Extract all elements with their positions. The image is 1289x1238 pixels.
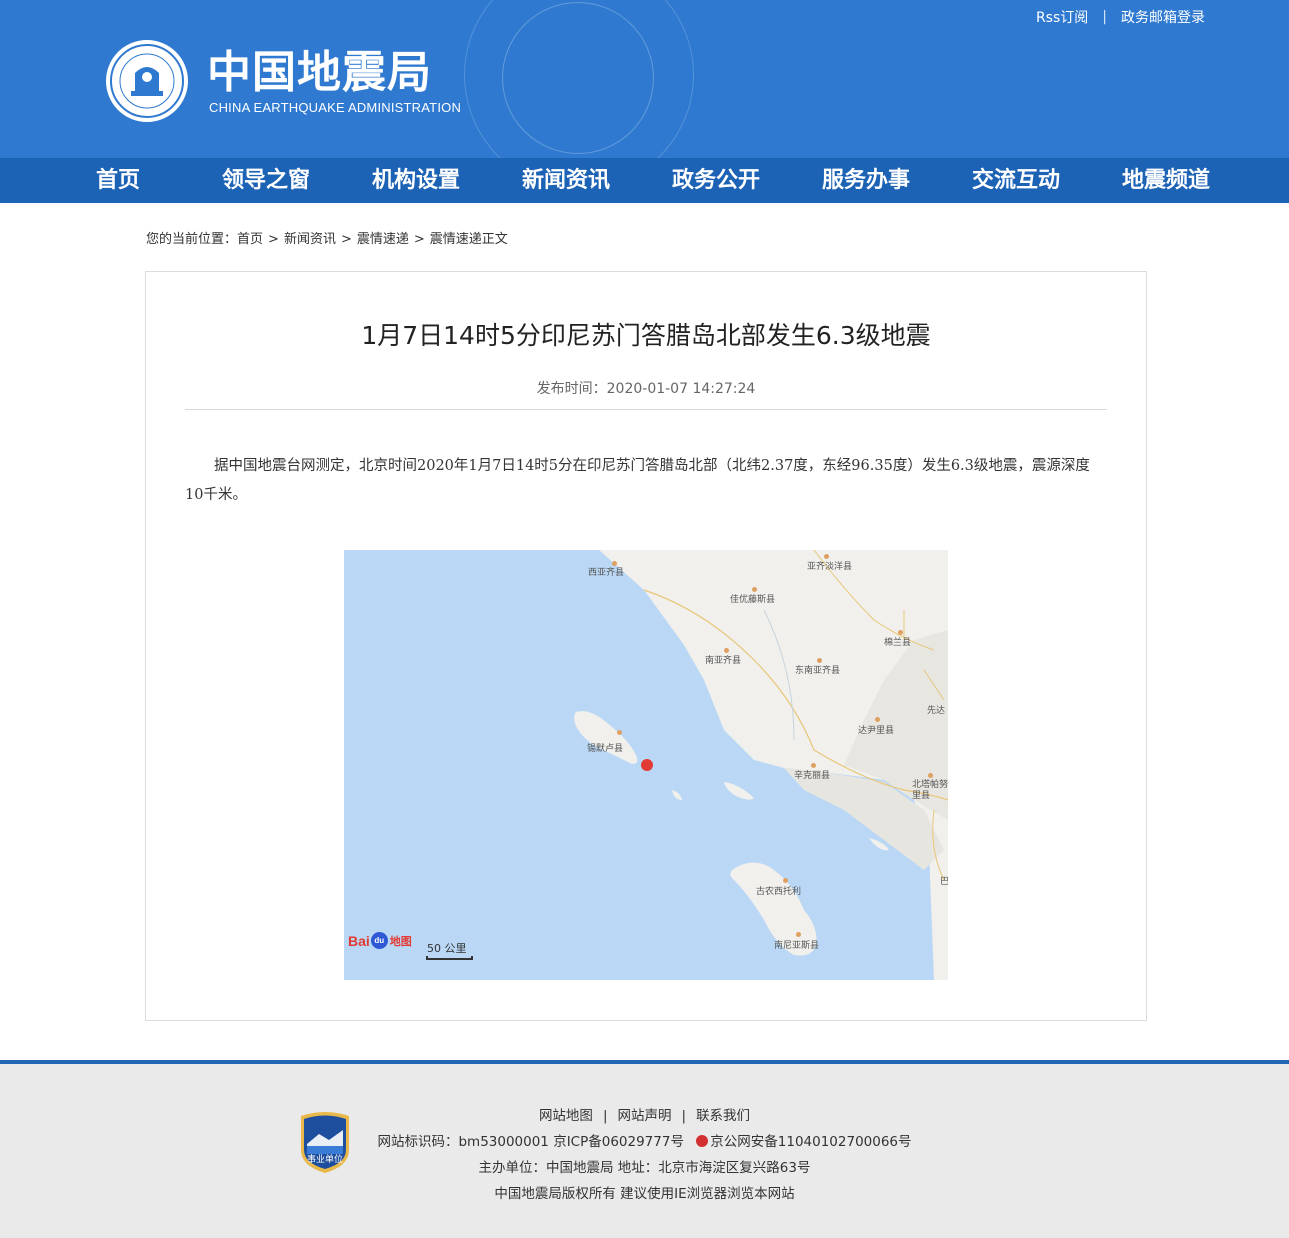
- gov-mail-login-link[interactable]: 政务邮箱登录: [1121, 7, 1205, 27]
- nav-item-leaders[interactable]: 领导之窗: [222, 158, 310, 203]
- footer-links: 网站地图 | 网站声明 | 联系我们: [0, 1104, 1289, 1124]
- breadcrumb-home[interactable]: 首页: [237, 232, 263, 247]
- footer-sponsor: 主办单位：中国地震局 地址：北京市海淀区复兴路63号: [478, 1160, 811, 1176]
- map-label: 南亚齐县: [705, 656, 742, 666]
- map-marker: [875, 717, 880, 722]
- divider: |: [1102, 9, 1107, 25]
- epicenter-marker[interactable]: [641, 759, 653, 771]
- rss-link[interactable]: Rss订阅: [1036, 7, 1088, 27]
- epicenter-map[interactable]: 西亚齐县 亚齐淡洋县 佳优藤斯县 棉兰县 南亚齐县 东南亚齐县 先达 达尹里县 …: [344, 550, 948, 980]
- map-marker: [783, 878, 788, 883]
- breadcrumb-current[interactable]: 震情速递正文: [430, 232, 508, 247]
- site-logo-title[interactable]: 中国地震局: [207, 46, 432, 100]
- breadcrumb-sep: >: [413, 232, 425, 247]
- header-decoration: [502, 2, 654, 154]
- baidu-logo-text: Bai: [348, 932, 370, 949]
- nav-item-interaction[interactable]: 交流互动: [972, 158, 1060, 203]
- nav-item-earthquake-channel[interactable]: 地震频道: [1122, 158, 1210, 203]
- police-record-link[interactable]: 京公网安备11040102700066号: [710, 1134, 911, 1150]
- footer-registration: 网站标识码：bm53000001 京ICP备06029777号 京公网安备110…: [0, 1130, 1289, 1150]
- map-label: 锡默卢县: [587, 744, 624, 754]
- contact-us-link[interactable]: 联系我们: [696, 1108, 750, 1124]
- nav-item-home[interactable]: 首页: [96, 158, 140, 203]
- article-body: 据中国地震台网测定，北京时间2020年1月7日14时5分在印尼苏门答腊岛北部（北…: [185, 458, 1090, 503]
- breadcrumb-sep: >: [268, 232, 279, 247]
- divider: |: [602, 1108, 608, 1124]
- article-container: 1月7日14时5分印尼苏门答腊岛北部发生6.3级地震 发布时间：2020-01-…: [145, 271, 1147, 1021]
- site-map-link[interactable]: 网站地图: [539, 1108, 593, 1124]
- main-nav: 首页 领导之窗 机构设置 新闻资讯 政务公开 服务办事 交流互动 地震频道: [0, 158, 1289, 203]
- footer-copyright: 中国地震局版权所有 建议使用IE浏览器浏览本网站: [494, 1186, 795, 1202]
- map-label: 巴: [940, 877, 948, 887]
- nav-item-gov-affairs[interactable]: 政务公开: [672, 158, 760, 203]
- map-label: 棉兰县: [884, 638, 912, 648]
- nav-item-news[interactable]: 新闻资讯: [522, 158, 610, 203]
- article-title: 1月7日14时5分印尼苏门答腊岛北部发生6.3级地震: [361, 321, 931, 350]
- site-logo-subtitle: CHINA EARTHQUAKE ADMINISTRATION: [209, 100, 462, 115]
- map-label: 西亚齐县: [588, 568, 625, 578]
- map-label: 亚齐淡洋县: [807, 562, 853, 572]
- baidu-map-logo[interactable]: Bai du 地图: [348, 932, 412, 949]
- divider: [185, 409, 1107, 410]
- divider: |: [681, 1108, 687, 1124]
- map-label: 古农西托利: [756, 887, 802, 897]
- nav-item-services[interactable]: 服务办事: [822, 158, 910, 203]
- map-marker: [796, 932, 801, 937]
- map-label: 佳优藤斯县: [730, 595, 776, 605]
- breadcrumb-prefix: 您的当前位置：: [146, 232, 238, 247]
- map-label: 达尹里县: [858, 726, 895, 736]
- map-marker: [617, 730, 622, 735]
- breadcrumb-quick-report[interactable]: 震情速递: [357, 232, 409, 247]
- map-label: 东南亚齐县: [795, 666, 841, 676]
- baidu-logo-suffix: 地图: [389, 935, 412, 948]
- top-links: Rss订阅 | 政务邮箱登录: [1036, 7, 1205, 27]
- baidu-paw-icon: du: [370, 932, 388, 949]
- police-badge-icon: [696, 1135, 709, 1147]
- map-label: 北塔帕努里县: [912, 780, 948, 801]
- map-label: 先达: [927, 706, 946, 716]
- publish-time: 发布时间：2020-01-07 14:27:24: [536, 381, 756, 397]
- map-scale-bar: [426, 956, 473, 960]
- breadcrumb-news[interactable]: 新闻资讯: [284, 232, 336, 247]
- map-scale-label: 50 公里: [427, 942, 467, 955]
- map-label: 辛克丽县: [794, 771, 831, 781]
- breadcrumb: 您的当前位置：首页 > 新闻资讯 > 震情速递 > 震情速递正文: [146, 228, 508, 247]
- map-label: 南尼亚斯县: [774, 941, 820, 951]
- site-statement-link[interactable]: 网站声明: [618, 1108, 672, 1124]
- map-marker: [928, 773, 933, 778]
- breadcrumb-sep: >: [340, 232, 352, 247]
- site-header: 中国地震局 CHINA EARTHQUAKE ADMINISTRATION Rs…: [0, 0, 1289, 158]
- logo-emblem-icon[interactable]: [106, 40, 188, 122]
- nav-item-organization[interactable]: 机构设置: [372, 158, 460, 203]
- site-id-icp: 网站标识码：bm53000001 京ICP备06029777号: [377, 1134, 684, 1150]
